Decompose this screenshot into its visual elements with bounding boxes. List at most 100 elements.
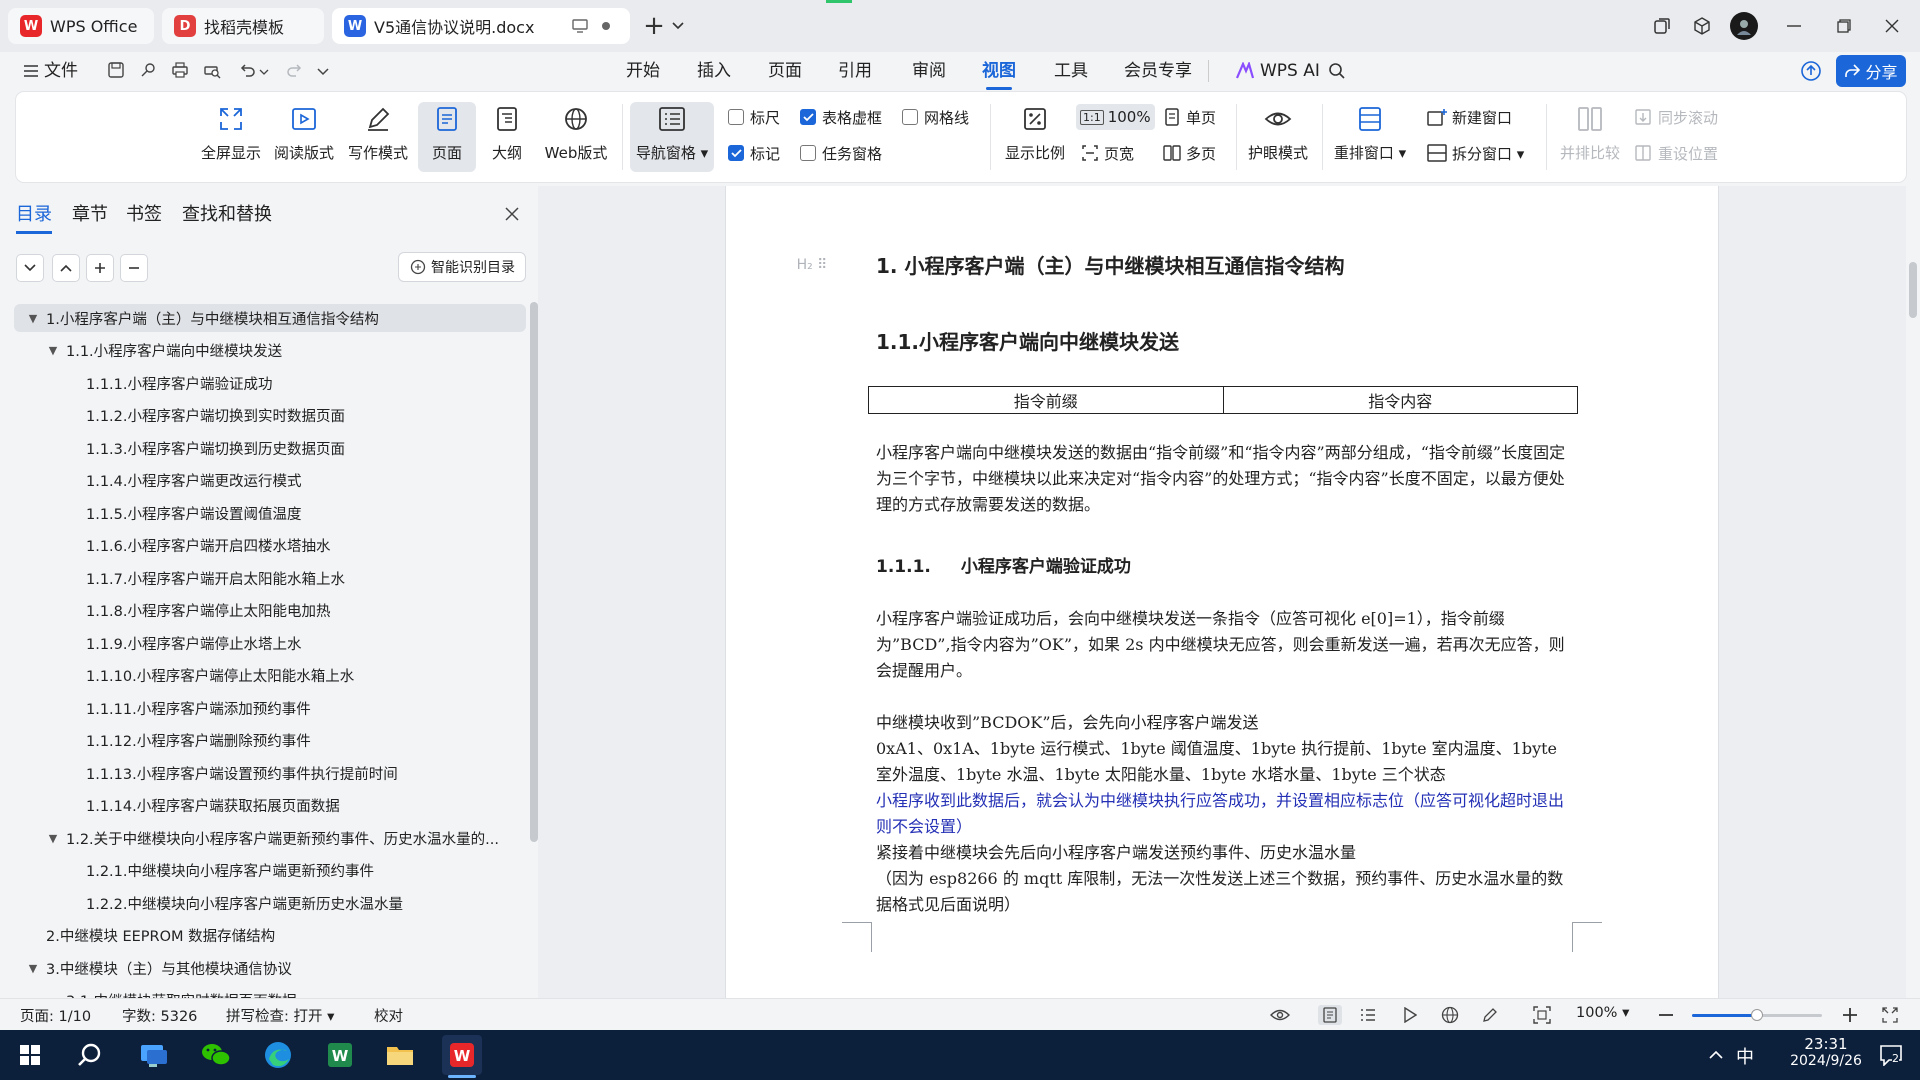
tab-template[interactable]: D 找稻壳模板 — [162, 8, 324, 44]
clock[interactable]: 23:31 2024/9/26 — [1786, 1035, 1866, 1069]
fullscreen-button[interactable]: 全屏显示 — [200, 102, 262, 172]
globe-icon[interactable] — [1440, 1005, 1460, 1025]
caret-down-icon[interactable]: ▼ — [46, 344, 60, 358]
print-icon[interactable] — [168, 58, 192, 82]
desktop-app-icon[interactable] — [134, 1035, 174, 1075]
scroll-thumb[interactable] — [1909, 262, 1917, 318]
side-by-side-button[interactable]: 并排比较 — [1554, 102, 1626, 172]
menu-start[interactable]: 开始 — [626, 58, 660, 84]
wps-office-taskbar-icon[interactable]: W — [442, 1035, 482, 1078]
toc-item[interactable]: 3.1.中继模块获取实时数据页面数据 — [14, 987, 526, 998]
toc-item[interactable]: 1.1.8.小程序客户端停止太阳能电加热 — [14, 597, 526, 625]
paragraph-1[interactable]: 小程序客户端向中继模块发送的数据由“指令前缀”和“指令内容”两部分组成，“指令前… — [876, 440, 1576, 518]
undo-icon[interactable] — [236, 58, 260, 82]
heading-3[interactable]: 1.1.1. 小程序客户端验证成功 — [876, 552, 1576, 577]
minimize-icon[interactable] — [1780, 12, 1808, 40]
ruler-checkbox[interactable]: 标尺 — [728, 104, 780, 130]
toc-item[interactable]: 1.1.1.小程序客户端验证成功 — [14, 369, 526, 397]
ime-indicator[interactable]: 中 — [1736, 1043, 1754, 1069]
paragraph-5-blue[interactable]: 小程序收到此数据后，就会认为中继模块执行应答成功，并设置相应标志位（应答可视化超… — [876, 788, 1576, 840]
gridlines-checkbox[interactable]: 网格线 — [902, 104, 969, 130]
toc-item[interactable]: 1.1.6.小程序客户端开启四楼水塔抽水 — [14, 532, 526, 560]
heading-level-icon[interactable]: H₂ ⠿ — [792, 254, 832, 276]
web-layout-button[interactable]: Web版式 — [540, 102, 612, 172]
word-count[interactable]: 字数: 5326 — [122, 1005, 197, 1026]
nav-pane-button[interactable]: 导航窗格 ▾ — [630, 102, 714, 172]
export-icon[interactable] — [136, 58, 160, 82]
outline-status-icon[interactable] — [1358, 1005, 1378, 1025]
wps-sheets-icon[interactable]: W — [320, 1035, 360, 1075]
new-window-button[interactable]: 新建窗口 — [1426, 104, 1512, 130]
sync-scroll-button[interactable]: 同步滚动 — [1632, 104, 1718, 130]
arrange-windows-button[interactable]: 重排窗口 ▾ — [1332, 102, 1408, 172]
toc-item[interactable]: 1.2.2.中继模块向小程序客户端更新历史水温水量 — [14, 889, 526, 917]
toc-item[interactable]: 2.中继模块 EEPROM 数据存储结构 — [14, 922, 526, 950]
toc-item[interactable]: 1.1.9.小程序客户端停止水塔上水 — [14, 629, 526, 657]
zoom-ratio-button[interactable]: 显示比例 — [1002, 102, 1068, 172]
reset-position-button[interactable]: 重设位置 — [1632, 140, 1718, 166]
paragraph-4[interactable]: 0xA1、0x1A、1byte 运行模式、1byte 阈值温度、1byte 执行… — [876, 736, 1576, 788]
hamburger-icon[interactable] — [20, 60, 42, 82]
avatar[interactable] — [1730, 12, 1758, 40]
quick-access-chevron-icon[interactable] — [316, 60, 330, 84]
toc-scrollbar[interactable] — [530, 302, 538, 842]
menu-view[interactable]: 视图 — [982, 58, 1016, 90]
proofread[interactable]: 校对 — [374, 1005, 403, 1026]
search-icon[interactable] — [70, 1035, 110, 1075]
split-window-button[interactable]: 拆分窗口 ▾ — [1426, 140, 1524, 166]
checkbox-unchecked[interactable] — [800, 145, 816, 161]
tab-find-replace[interactable]: 查找和替换 — [182, 200, 272, 226]
spell-check[interactable]: 拼写检查: 打开 ▾ — [226, 1005, 334, 1026]
paragraph-6[interactable]: 紧接着中继模块会先后向小程序客户端发送预约事件、历史水温水量 — [876, 840, 1576, 866]
tab-document[interactable]: W V5通信协议说明.docx — [332, 8, 630, 44]
zoom-slider[interactable] — [1692, 1009, 1822, 1021]
collapse-down-button[interactable] — [16, 254, 44, 282]
single-page-button[interactable]: 单页 — [1162, 104, 1216, 130]
toc-item[interactable]: 1.1.10.小程序客户端停止太阳能水箱上水 — [14, 662, 526, 690]
print-preview-icon[interactable] — [200, 58, 224, 82]
wechat-icon[interactable] — [196, 1035, 236, 1075]
pen-icon[interactable] — [1480, 1005, 1500, 1025]
zoom-100-button[interactable]: 1:1 100% — [1076, 104, 1155, 130]
table-gridlines-checkbox[interactable]: 表格虚框 — [800, 104, 882, 130]
toc-item[interactable]: 1.1.4.小程序客户端更改运行模式 — [14, 467, 526, 495]
toc-item[interactable]: ▼ 1.2.关于中继模块向小程序客户端更新预约事件、历史水温水量的... — [14, 824, 526, 852]
caret-down-icon[interactable]: ▼ — [26, 961, 40, 975]
zoom-level[interactable]: 100% ▾ — [1576, 1005, 1629, 1021]
wps-ai-button[interactable]: WPS AI — [1260, 58, 1320, 84]
tray-chevron-up-icon[interactable] — [1706, 1045, 1726, 1065]
add-heading-button[interactable] — [86, 254, 114, 282]
toc-item[interactable]: 1.1.13.小程序客户端设置预约事件执行提前时间 — [14, 759, 526, 787]
notification-icon[interactable]: 2 — [1876, 1042, 1906, 1068]
fit-screen-icon[interactable] — [1532, 1005, 1552, 1025]
toc-item[interactable]: 1.1.3.小程序客户端切换到历史数据页面 — [14, 434, 526, 462]
smart-toc-button[interactable]: 智能识别目录 — [398, 252, 526, 282]
tab-bookmarks[interactable]: 书签 — [126, 200, 162, 226]
menu-page[interactable]: 页面 — [768, 58, 802, 84]
command-table[interactable]: 指令前缀 指令内容 — [868, 386, 1578, 414]
page-view-status-icon[interactable] — [1318, 1005, 1342, 1025]
paragraph-2[interactable]: 小程序客户端验证成功后，会向中继模块发送一条指令（应答可视化 e[0]=1），指… — [876, 606, 1576, 684]
share-button[interactable]: 分享 — [1836, 55, 1906, 87]
document-page[interactable]: H₂ ⠿ 1. 小程序客户端（主）与中继模块相互通信指令结构 1.1.小程序客户… — [726, 186, 1718, 998]
tab-chapters[interactable]: 章节 — [72, 200, 108, 226]
toc-item[interactable]: ▼ 3.中继模块（主）与其他模块通信协议 — [14, 954, 526, 982]
heading-2[interactable]: 1.1.小程序客户端向中继模块发送 — [876, 326, 1576, 355]
cloud-upload-icon[interactable] — [1798, 58, 1824, 84]
document-scrollbar[interactable] — [1906, 186, 1920, 998]
menu-reference[interactable]: 引用 — [838, 58, 872, 84]
close-icon[interactable] — [1878, 12, 1906, 40]
tab-list-chevron-icon[interactable] — [668, 14, 688, 38]
caret-down-icon[interactable]: ▼ — [26, 311, 40, 325]
level-up-button[interactable] — [52, 254, 80, 282]
page-indicator[interactable]: 页面: 1/10 — [20, 1005, 91, 1026]
restore-icon[interactable] — [1830, 12, 1858, 40]
table-cell-prefix[interactable]: 指令前缀 — [869, 387, 1224, 413]
eye-icon[interactable] — [1270, 1005, 1290, 1025]
play-icon[interactable] — [1400, 1005, 1420, 1025]
menu-insert[interactable]: 插入 — [697, 58, 731, 84]
checkbox-checked-icon[interactable] — [728, 145, 744, 161]
fullscreen-status-icon[interactable] — [1880, 1005, 1900, 1025]
new-tab-plus-icon[interactable]: + — [640, 11, 668, 41]
close-pane-icon[interactable] — [500, 202, 524, 226]
